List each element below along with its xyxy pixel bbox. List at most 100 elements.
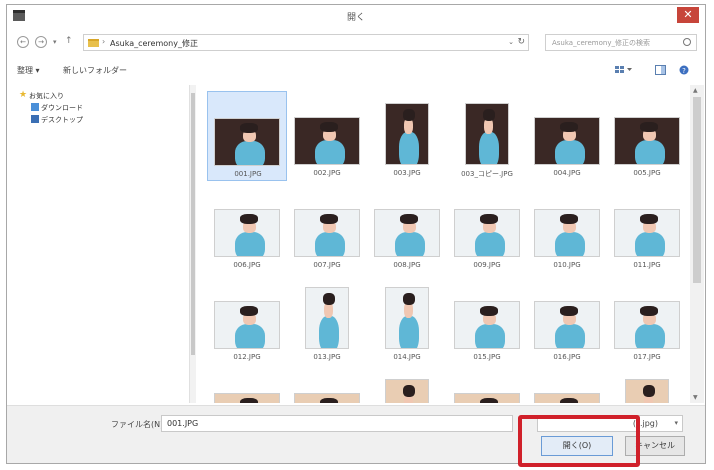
file-item[interactable]: 012.JPG bbox=[207, 275, 287, 365]
file-item[interactable] bbox=[447, 367, 527, 403]
file-item[interactable]: 016.JPG bbox=[527, 275, 607, 365]
file-item[interactable]: 008.JPG bbox=[367, 183, 447, 273]
image-thumbnail bbox=[534, 393, 600, 403]
title-bar: 開く ✕ bbox=[7, 5, 705, 27]
file-item[interactable]: 015.JPG bbox=[447, 275, 527, 365]
file-name: 009.JPG bbox=[473, 261, 501, 269]
image-thumbnail bbox=[454, 209, 520, 257]
image-thumbnail bbox=[625, 379, 669, 403]
cancel-button[interactable]: キャンセル bbox=[625, 436, 685, 456]
image-thumbnail bbox=[614, 301, 680, 349]
filename-label: ファイル名(N): bbox=[111, 420, 166, 429]
image-thumbnail bbox=[294, 209, 360, 257]
image-thumbnail bbox=[294, 117, 360, 165]
filetype-value: (*.jpg) bbox=[632, 419, 658, 428]
file-item[interactable]: 003_コピー.JPG bbox=[447, 91, 527, 181]
file-name: 002.JPG bbox=[313, 169, 341, 177]
image-thumbnail bbox=[214, 301, 280, 349]
file-item[interactable]: 004.JPG bbox=[527, 91, 607, 181]
search-icon bbox=[683, 38, 691, 46]
new-folder-button[interactable]: 新しいフォルダー bbox=[63, 65, 127, 76]
up-button[interactable]: ↑ bbox=[65, 36, 73, 46]
file-name: 008.JPG bbox=[393, 261, 421, 269]
file-item[interactable]: 007.JPG bbox=[287, 183, 367, 273]
nav-pane-scrollbar-thumb[interactable] bbox=[191, 93, 195, 355]
scroll-down-icon[interactable]: ▼ bbox=[693, 394, 698, 401]
image-thumbnail bbox=[534, 209, 600, 257]
file-item[interactable]: 001.JPG bbox=[207, 91, 287, 181]
close-button[interactable]: ✕ bbox=[677, 7, 699, 23]
breadcrumb-current-folder[interactable]: Asuka_ceremony_修正 bbox=[110, 38, 198, 49]
nav-item-label: ダウンロード bbox=[41, 104, 83, 112]
chevron-down-icon: ▾ bbox=[674, 419, 678, 427]
open-file-dialog: 開く ✕ ← → ▾ ↑ › Asuka_ceremony_修正 ⌄ ↻ Asu… bbox=[6, 4, 706, 464]
folder-icon bbox=[88, 39, 99, 47]
file-item[interactable]: 009.JPG bbox=[447, 183, 527, 273]
nav-item-label: デスクトップ bbox=[41, 116, 83, 124]
file-item[interactable]: 010.JPG bbox=[527, 183, 607, 273]
file-name: 007.JPG bbox=[313, 261, 341, 269]
file-item[interactable]: 011.JPG bbox=[607, 183, 687, 273]
file-name: 005.JPG bbox=[633, 169, 661, 177]
forward-button[interactable]: → bbox=[35, 36, 47, 48]
download-folder-icon bbox=[31, 103, 39, 111]
scrollbar-thumb[interactable] bbox=[693, 97, 701, 283]
file-item[interactable]: 006.JPG bbox=[207, 183, 287, 273]
image-thumbnail bbox=[465, 103, 509, 165]
file-item[interactable] bbox=[527, 367, 607, 403]
search-placeholder: Asuka_ceremony_修正の検索 bbox=[552, 39, 650, 47]
preview-pane-icon[interactable] bbox=[655, 65, 666, 75]
organize-menu[interactable]: 整理 ▾ bbox=[17, 65, 40, 76]
nav-item-desktop[interactable]: デスクトップ bbox=[31, 115, 83, 125]
file-item[interactable]: 013.JPG bbox=[287, 275, 367, 365]
command-toolbar: 整理 ▾ 新しいフォルダー ? bbox=[7, 61, 705, 81]
file-name: 012.JPG bbox=[233, 353, 261, 361]
file-item[interactable]: 014.JPG bbox=[367, 275, 447, 365]
image-thumbnail bbox=[614, 209, 680, 257]
file-item[interactable]: 005.JPG bbox=[607, 91, 687, 181]
filename-input[interactable]: 001.JPG bbox=[161, 415, 513, 432]
file-item[interactable]: 017.JPG bbox=[607, 275, 687, 365]
image-thumbnail bbox=[454, 393, 520, 403]
filetype-select[interactable]: (*.jpg) ▾ bbox=[537, 415, 683, 432]
file-item[interactable] bbox=[207, 367, 287, 403]
file-item[interactable]: 002.JPG bbox=[287, 91, 367, 181]
image-thumbnail bbox=[294, 393, 360, 403]
star-icon: ★ bbox=[19, 90, 28, 100]
file-name: 003_コピー.JPG bbox=[461, 170, 513, 178]
path-box[interactable]: › Asuka_ceremony_修正 ⌄ ↻ bbox=[83, 34, 529, 51]
file-item[interactable] bbox=[367, 367, 447, 403]
file-item[interactable]: 003.JPG bbox=[367, 91, 447, 181]
file-item[interactable] bbox=[287, 367, 367, 403]
recent-locations-dropdown[interactable]: ▾ bbox=[53, 38, 57, 46]
path-dropdown-icon[interactable]: ⌄ bbox=[508, 38, 514, 46]
nav-item-downloads[interactable]: ダウンロード bbox=[31, 103, 83, 113]
image-thumbnail bbox=[385, 379, 429, 403]
file-name: 006.JPG bbox=[233, 261, 261, 269]
nav-item-favorites[interactable]: ★ お気に入り bbox=[19, 91, 64, 101]
view-options-icon[interactable] bbox=[615, 65, 632, 74]
open-button[interactable]: 開く(O) bbox=[541, 436, 613, 456]
file-name: 014.JPG bbox=[393, 353, 421, 361]
filename-value: 001.JPG bbox=[167, 419, 199, 428]
image-thumbnail bbox=[534, 301, 600, 349]
scroll-up-icon[interactable]: ▲ bbox=[693, 87, 698, 94]
file-name: 010.JPG bbox=[553, 261, 581, 269]
image-thumbnail bbox=[374, 209, 440, 257]
file-list: 001.JPG 002.JPG 003.JPG 003_コピー.JPG 004.JPG 0… bbox=[201, 85, 689, 403]
file-name: 011.JPG bbox=[633, 261, 661, 269]
back-button[interactable]: ← bbox=[17, 36, 29, 48]
svg-text:?: ? bbox=[682, 67, 686, 75]
file-name: 004.JPG bbox=[553, 169, 581, 177]
image-thumbnail bbox=[454, 301, 520, 349]
image-thumbnail bbox=[534, 117, 600, 165]
file-list-scrollbar[interactable]: ▲ ▼ bbox=[690, 85, 704, 403]
desktop-icon bbox=[31, 115, 39, 123]
file-item[interactable] bbox=[607, 367, 687, 403]
refresh-icon[interactable]: ↻ bbox=[517, 37, 525, 47]
navigation-pane: ★ お気に入り ダウンロード デスクトップ bbox=[7, 85, 185, 403]
path-separator-icon: › bbox=[102, 37, 106, 46]
help-icon[interactable]: ? bbox=[679, 65, 689, 75]
search-input[interactable]: Asuka_ceremony_修正の検索 bbox=[545, 34, 697, 51]
file-name: 017.JPG bbox=[633, 353, 661, 361]
